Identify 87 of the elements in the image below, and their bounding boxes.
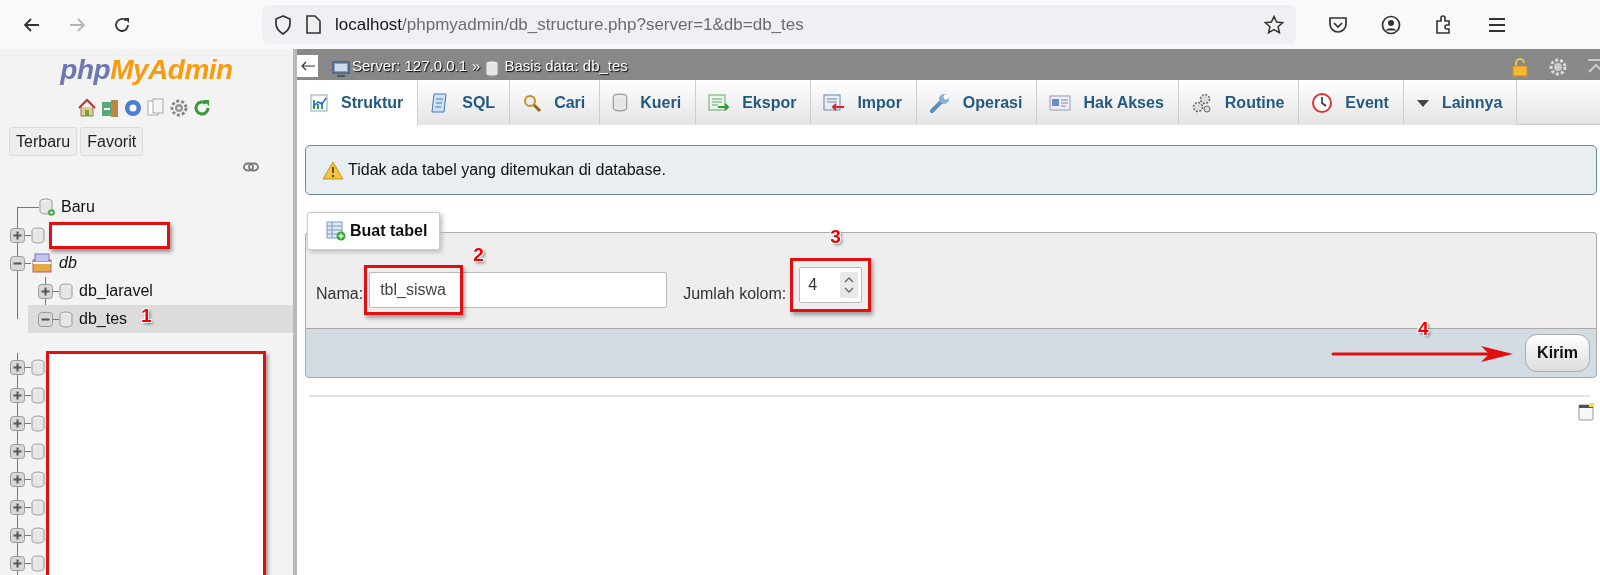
database-icon	[31, 226, 45, 244]
exit-icon[interactable]	[100, 98, 120, 118]
expand-icon[interactable]	[10, 471, 25, 487]
name-field[interactable]: tbl_siswa	[369, 271, 668, 308]
tree-item-label[interactable]: db_laravel	[79, 279, 153, 304]
notice-message: Tidak ada tabel yang ditemukan di database.	[348, 160, 666, 180]
tree-item-label[interactable]: db_tes	[79, 307, 128, 332]
reload-icon[interactable]	[113, 15, 131, 34]
database-icon	[31, 386, 45, 404]
new-database-icon	[39, 198, 55, 217]
export-icon	[708, 92, 731, 113]
back-icon[interactable]	[23, 15, 41, 34]
database-icon	[31, 358, 45, 376]
breadcrumb-link[interactable]: Basis data: db_tes	[504, 54, 628, 77]
gears-icon	[1190, 91, 1213, 114]
spinner-icon[interactable]	[840, 272, 859, 298]
expand-icon[interactable]	[38, 283, 53, 299]
breadcrumb-link[interactable]: Server: 127.0.0.1	[352, 54, 468, 77]
database-icon	[59, 282, 73, 300]
account-icon[interactable]	[1381, 14, 1401, 35]
table-add-icon	[326, 221, 346, 241]
warning-icon	[322, 160, 344, 180]
expand-icon[interactable]	[10, 527, 25, 543]
database-icon	[59, 310, 73, 328]
sidebar-button[interactable]: Terbaru	[9, 127, 78, 157]
database-icon	[31, 442, 45, 460]
home-icon[interactable]	[77, 98, 97, 118]
panel-title: Buat tabel	[307, 212, 441, 250]
link-icon[interactable]	[243, 162, 259, 173]
collapse-icon[interactable]	[10, 255, 25, 271]
settings-icon[interactable]	[169, 98, 189, 118]
menu-icon[interactable]	[1488, 16, 1506, 33]
back-arrow-icon	[300, 61, 315, 71]
database-icon	[31, 414, 45, 432]
database-icon	[31, 470, 45, 488]
sidebar-button[interactable]: Favorit	[80, 127, 144, 157]
caret-icon	[1415, 97, 1430, 108]
console-icon[interactable]	[1578, 403, 1594, 421]
breadcrumb-separator: »	[472, 55, 481, 76]
logo[interactable]: phpMyAdmin	[0, 56, 293, 84]
field-label: Jumlah kolom:	[683, 284, 787, 304]
folder-box-icon	[31, 252, 53, 275]
import-icon	[823, 92, 846, 113]
page-icon	[306, 15, 321, 34]
tree-item-label[interactable]: db	[59, 251, 77, 276]
expand-icon[interactable]	[10, 387, 25, 403]
pocket-icon[interactable]	[1328, 15, 1348, 34]
collapse-sidebar-button[interactable]	[297, 55, 318, 77]
annotation-number: 3	[830, 227, 841, 246]
help-icon[interactable]	[123, 98, 143, 118]
field-label: Nama:	[316, 284, 364, 304]
tab[interactable]: Operasi	[916, 80, 1038, 125]
expand-icon[interactable]	[10, 443, 25, 459]
collapse-icon[interactable]	[38, 311, 53, 327]
server-icon	[332, 61, 350, 77]
database-icon	[31, 498, 45, 516]
tab[interactable]: Routine	[1178, 80, 1300, 125]
star-icon[interactable]	[1264, 14, 1284, 35]
expand-icon[interactable]	[10, 359, 25, 375]
expand-icon[interactable]	[10, 499, 25, 515]
table-chart-icon	[309, 93, 329, 113]
tab[interactable]: Event	[1299, 80, 1404, 125]
tab[interactable]: Ekspor	[696, 80, 812, 125]
wrench-icon	[928, 91, 951, 114]
annotation-number: 1	[141, 305, 152, 325]
annotation-number: 4	[1418, 319, 1429, 338]
search-icon	[522, 92, 543, 113]
database-icon	[485, 60, 500, 77]
database-icon	[31, 526, 45, 544]
tab[interactable]: Hak Akses	[1037, 80, 1179, 125]
clock-icon	[1311, 91, 1334, 114]
id-card-icon	[1049, 94, 1072, 111]
database-icon	[612, 93, 629, 112]
expand-icon[interactable]	[10, 555, 25, 571]
submit-button[interactable]: Kirim	[1525, 334, 1590, 372]
tab[interactable]: Cari	[510, 80, 601, 125]
database-icon	[31, 554, 45, 572]
tab[interactable]: Struktur	[297, 80, 419, 126]
expand-icon[interactable]	[10, 227, 25, 243]
tab[interactable]: SQL	[418, 80, 511, 125]
annotation-number: 2	[473, 244, 484, 264]
tree-item-label[interactable]: Baru	[61, 195, 95, 220]
expand-icon[interactable]	[10, 415, 25, 431]
tab[interactable]: Lainnya	[1403, 80, 1518, 125]
tab[interactable]: Kueri	[600, 80, 697, 125]
tab[interactable]: Impor	[811, 80, 917, 125]
shield-icon[interactable]	[274, 14, 292, 35]
